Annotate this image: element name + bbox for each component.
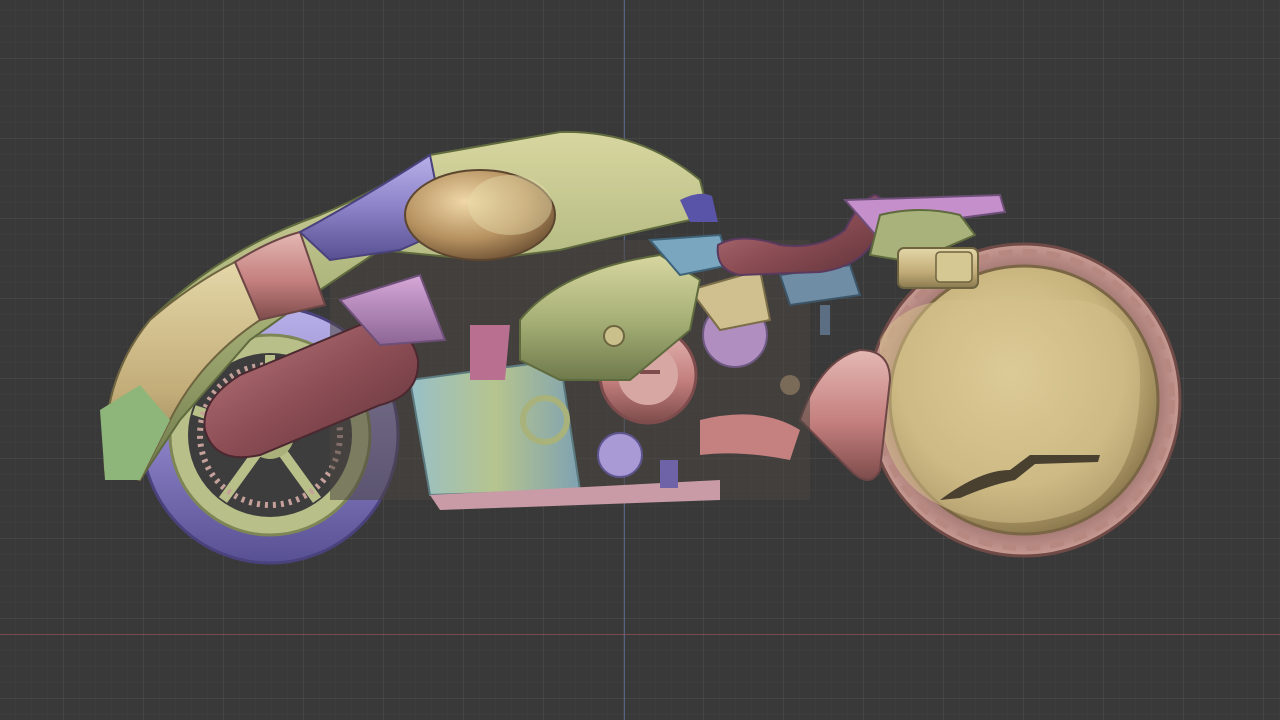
footpeg	[820, 305, 830, 335]
clutch-bolt-2	[640, 370, 660, 374]
3d-viewport[interactable]	[0, 0, 1280, 720]
rear-hub-panel	[880, 300, 1140, 523]
motorcycle-model[interactable]	[0, 0, 1280, 720]
sensor	[660, 460, 678, 488]
dome-highlight	[468, 175, 552, 235]
swingarm	[798, 348, 892, 481]
pivot-bolt	[780, 375, 800, 395]
sprocket	[597, 432, 643, 478]
tail-light	[935, 251, 973, 283]
intake-block	[470, 325, 510, 380]
lower-fairing	[408, 358, 582, 497]
panel-bolt	[603, 325, 625, 347]
